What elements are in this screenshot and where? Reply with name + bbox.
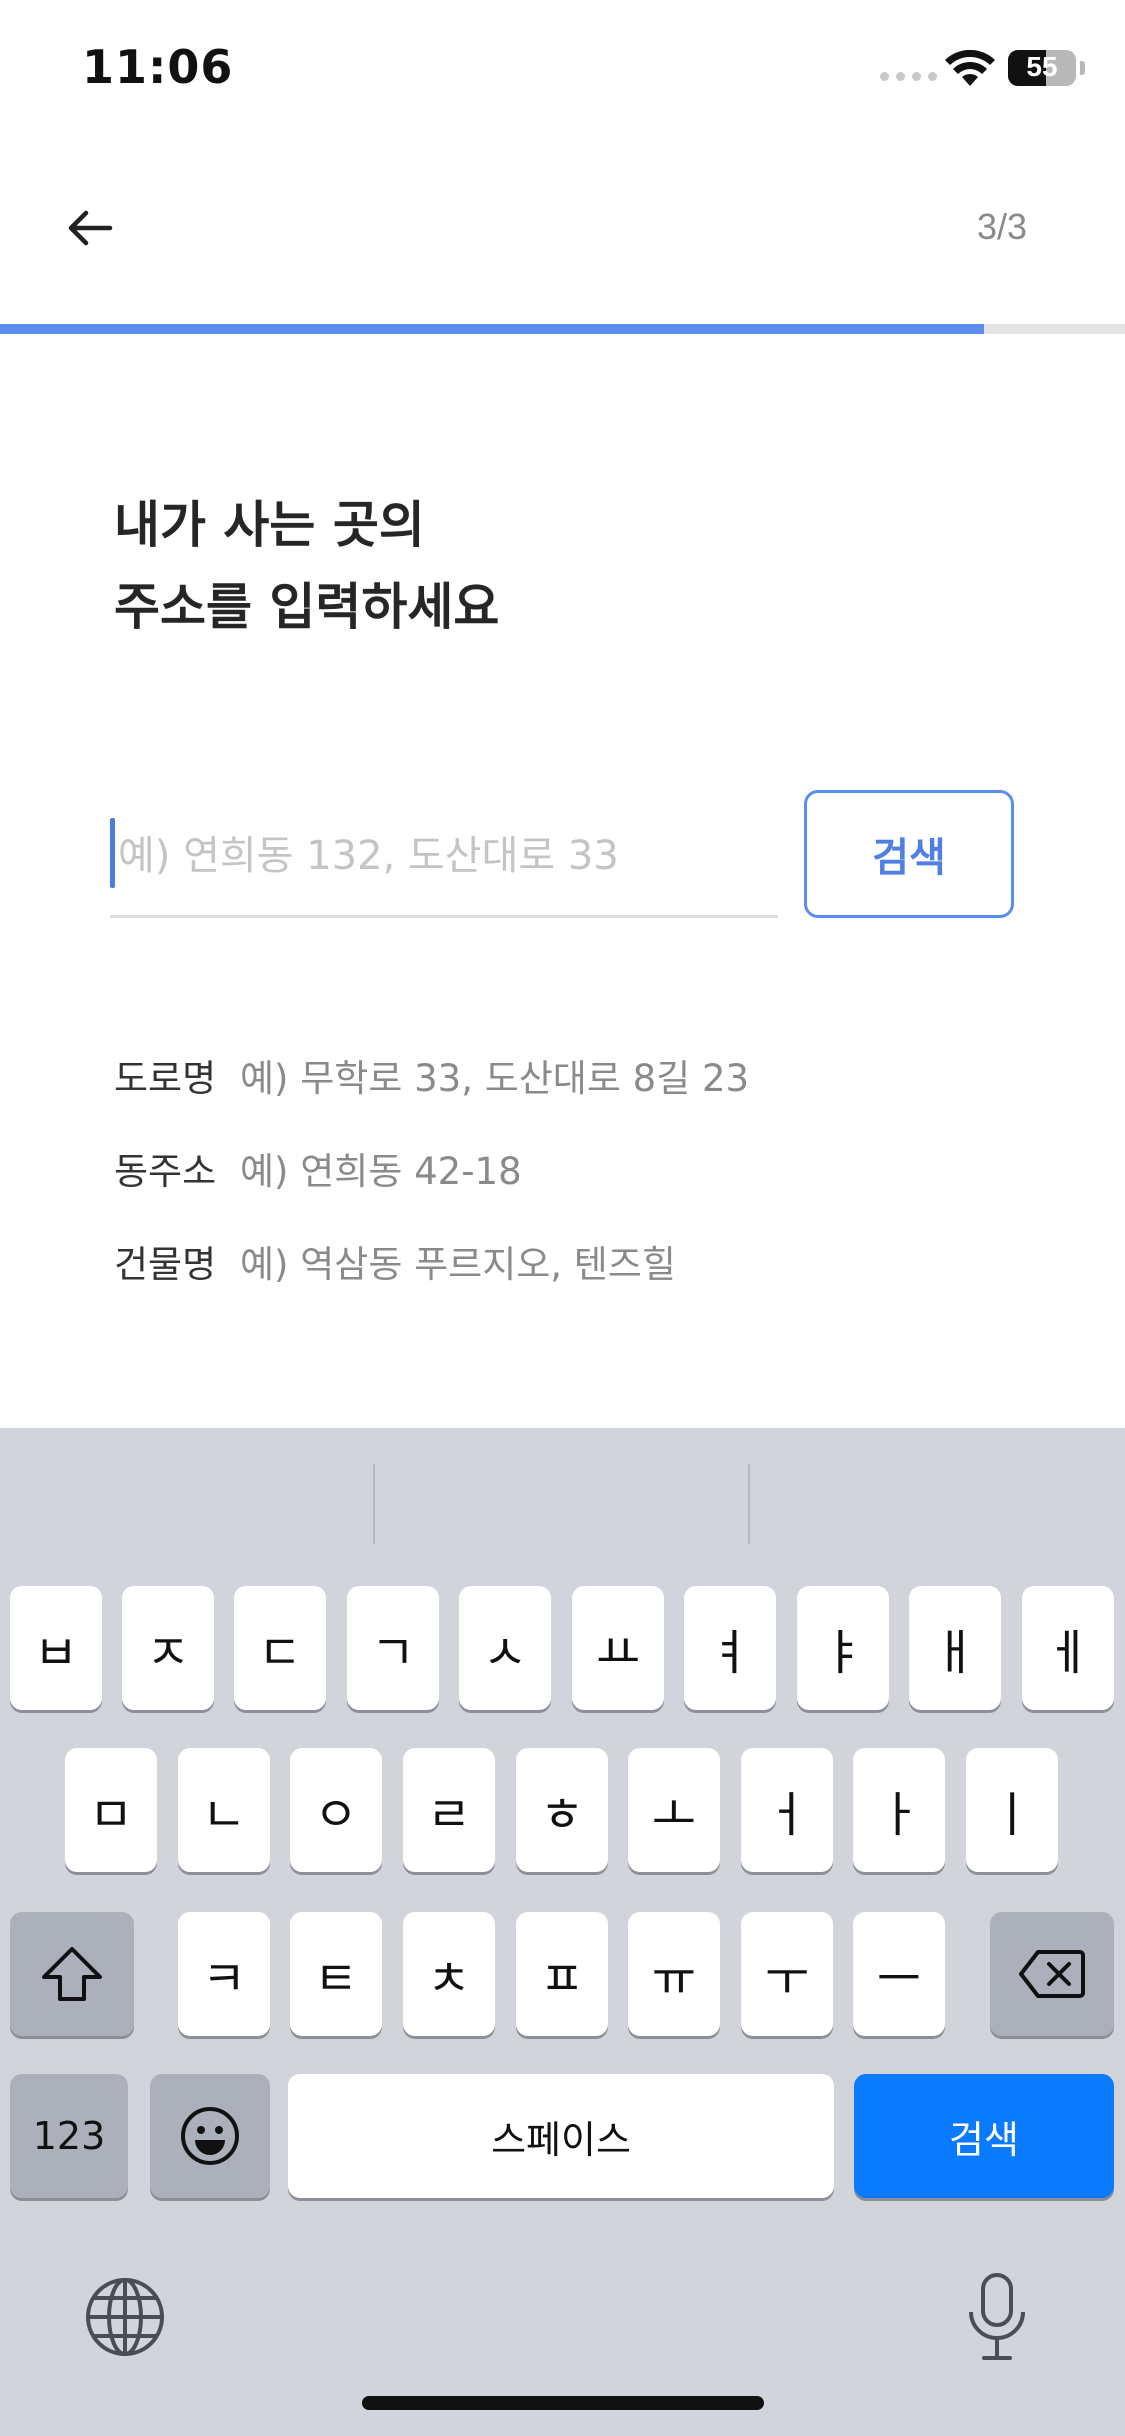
example-label: 건물명 <box>114 1242 217 1286</box>
example-row-building: 건물명 예) 역삼동 푸르지오, 텐즈힐 <box>114 1214 749 1307</box>
key-row3-2[interactable]: ㅌ <box>290 1912 382 2036</box>
return-search-key[interactable]: 검색 <box>854 2074 1114 2198</box>
back-button[interactable] <box>58 196 122 260</box>
key-row1-8[interactable]: ㅑ <box>797 1586 889 1710</box>
example-row-dong: 동주소 예) 연희동 42-18 <box>114 1121 749 1214</box>
suggestion-divider <box>373 1464 375 1544</box>
address-examples: 도로명 예) 무학로 33, 도산대로 8길 23 동주소 예) 연희동 42-… <box>114 1028 749 1307</box>
progress-fill <box>0 324 985 334</box>
example-row-road: 도로명 예) 무학로 33, 도산대로 8길 23 <box>114 1028 749 1121</box>
delete-icon <box>1019 1950 1085 1998</box>
page-title-line-1: 내가 사는 곳의 <box>114 496 425 554</box>
key-row3-1[interactable]: ㅋ <box>178 1912 270 2036</box>
return-key-label: 검색 <box>949 2117 1019 2162</box>
key-row2-2[interactable]: ㄴ <box>178 1748 270 1872</box>
status-time: 11:06 <box>82 40 234 94</box>
globe-icon[interactable] <box>84 2276 166 2358</box>
numbers-key-label: 123 <box>32 2114 106 2158</box>
example-value: 예) 무학로 33, 도산대로 8길 23 <box>240 1056 750 1100</box>
emoji-icon <box>181 2107 239 2165</box>
suggestion-divider <box>748 1464 750 1544</box>
address-search-input[interactable] <box>110 806 778 906</box>
delete-key[interactable] <box>990 1912 1114 2036</box>
key-row1-7[interactable]: ㅕ <box>684 1586 776 1710</box>
status-bar: 11:06 55 <box>0 0 1125 140</box>
key-row2-3[interactable]: ㅇ <box>290 1748 382 1872</box>
battery-icon: 55 <box>1008 50 1076 86</box>
key-row1-2[interactable]: ㅈ <box>122 1586 214 1710</box>
example-label: 도로명 <box>114 1056 217 1100</box>
microphone-icon[interactable] <box>966 2272 1028 2362</box>
key-row3-6[interactable]: ㅜ <box>741 1912 833 2036</box>
key-row2-1[interactable]: ㅁ <box>65 1748 157 1872</box>
key-row3-3[interactable]: ㅊ <box>403 1912 495 2036</box>
key-row2-9[interactable]: ㅣ <box>966 1748 1058 1872</box>
shift-key[interactable] <box>10 1912 134 2036</box>
home-indicator[interactable] <box>362 2396 764 2410</box>
key-row3-5[interactable]: ㅠ <box>628 1912 720 2036</box>
key-row2-4[interactable]: ㄹ <box>403 1748 495 1872</box>
shift-icon <box>42 1947 102 2001</box>
key-row1-5[interactable]: ㅅ <box>459 1586 551 1710</box>
page-title: 내가 사는 곳의 주소를 입력하세요 <box>114 484 499 648</box>
space-key[interactable]: 스페이스 <box>288 2074 834 2198</box>
search-button[interactable]: 검색 <box>804 790 1014 918</box>
wifi-icon <box>945 50 995 86</box>
example-label: 동주소 <box>114 1149 217 1193</box>
step-indicator: 3/3 <box>976 206 1027 247</box>
key-row3-7[interactable]: ㅡ <box>853 1912 945 2036</box>
key-row1-4[interactable]: ㄱ <box>347 1586 439 1710</box>
key-row2-8[interactable]: ㅏ <box>853 1748 945 1872</box>
key-row1-6[interactable]: ㅛ <box>572 1586 664 1710</box>
arrow-left-icon <box>68 210 113 246</box>
key-row3-4[interactable]: ㅍ <box>516 1912 608 2036</box>
numbers-key[interactable]: 123 <box>10 2074 128 2198</box>
key-row1-3[interactable]: ㄷ <box>234 1586 326 1710</box>
key-row2-7[interactable]: ㅓ <box>741 1748 833 1872</box>
key-row2-6[interactable]: ㅗ <box>628 1748 720 1872</box>
keyboard: ㅂ ㅈ ㄷ ㄱ ㅅ ㅛ ㅕ ㅑ ㅐ ㅔ ㅁ ㄴ ㅇ ㄹ ㅎ ㅗ ㅓ ㅏ ㅣ ㅋ … <box>0 1428 1125 2436</box>
key-row2-5[interactable]: ㅎ <box>516 1748 608 1872</box>
cellular-signal-icon <box>880 72 937 81</box>
battery-level: 55 <box>1026 51 1058 82</box>
progress-bar <box>0 324 1125 334</box>
page-title-line-2: 주소를 입력하세요 <box>114 578 500 636</box>
example-value: 예) 연희동 42-18 <box>240 1149 522 1193</box>
battery-tip <box>1080 61 1085 75</box>
example-value: 예) 역삼동 푸르지오, 텐즈힐 <box>240 1242 676 1286</box>
key-row1-9[interactable]: ㅐ <box>909 1586 1001 1710</box>
key-row1-10[interactable]: ㅔ <box>1022 1586 1114 1710</box>
emoji-key[interactable] <box>150 2074 270 2198</box>
search-field[interactable] <box>110 806 778 918</box>
key-row1-1[interactable]: ㅂ <box>10 1586 102 1710</box>
space-key-label: 스페이스 <box>491 2117 631 2162</box>
